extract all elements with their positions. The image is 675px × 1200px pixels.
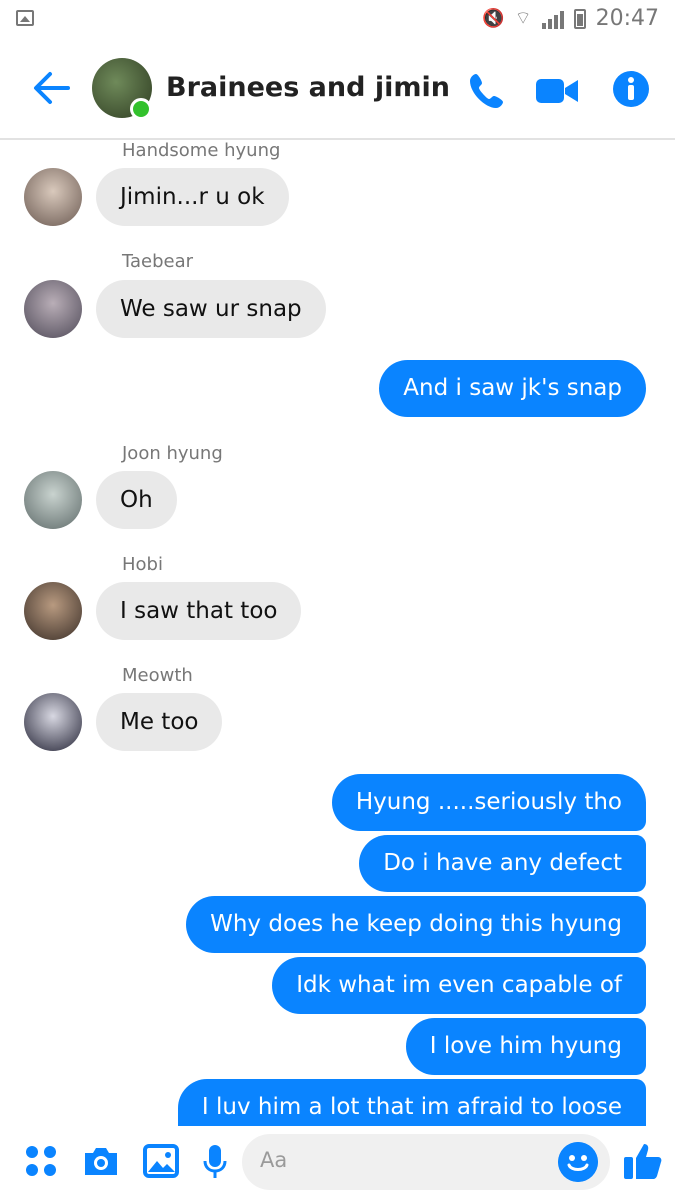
video-call-icon[interactable]	[535, 70, 579, 112]
outgoing-message[interactable]: I luv him a lot that im afraid to loose	[177, 1079, 646, 1126]
outgoing-message[interactable]: Why does he keep doing this hyung	[186, 896, 646, 953]
phone-call-icon[interactable]	[466, 70, 508, 112]
status-bar: 🔇 ⌔ 20:47	[0, 0, 675, 40]
emoji-icon[interactable]	[558, 1142, 598, 1182]
sender-name: Joon hyung	[122, 443, 223, 464]
gallery-icon[interactable]	[143, 1144, 179, 1178]
avatar[interactable]	[24, 693, 82, 751]
incoming-message[interactable]: Me too	[96, 693, 223, 751]
outgoing-message[interactable]: I love him hyung	[405, 1018, 646, 1075]
clock: 20:47	[595, 6, 659, 31]
battery-icon	[573, 8, 586, 29]
mute-icon: 🔇	[482, 8, 505, 29]
online-indicator	[130, 98, 152, 120]
outgoing-message[interactable]: Idk what im even capable of	[272, 957, 646, 1014]
incoming-message[interactable]: I saw that too	[96, 582, 302, 640]
incoming-message[interactable]: Jimin...r u ok	[96, 168, 289, 226]
conversation-header: Brainees and jimin	[0, 40, 675, 140]
thumbs-up-icon[interactable]	[622, 1140, 664, 1182]
signal-icon	[541, 9, 564, 29]
sender-name: Handsome hyung	[122, 140, 281, 161]
more-apps-icon[interactable]	[24, 1144, 58, 1178]
message-composer: Aa	[0, 1126, 675, 1200]
sender-name: Taebear	[122, 251, 194, 272]
wifi-icon: ⌔	[514, 8, 532, 29]
sender-name: Hobi	[122, 554, 163, 575]
avatar[interactable]	[24, 280, 82, 338]
camera-icon[interactable]	[82, 1144, 120, 1178]
outgoing-message[interactable]: And i saw jk's snap	[379, 360, 646, 417]
info-icon[interactable]	[612, 70, 650, 108]
outgoing-message[interactable]: Do i have any defect	[359, 835, 646, 892]
message-input-placeholder: Aa	[260, 1148, 288, 1172]
avatar[interactable]	[24, 168, 82, 226]
outgoing-message[interactable]: Hyung .....seriously tho	[331, 774, 646, 831]
sender-name: Meowth	[122, 665, 193, 686]
incoming-message[interactable]: We saw ur snap	[96, 280, 326, 338]
conversation-title[interactable]: Brainees and jimin	[166, 72, 450, 103]
message-input[interactable]: Aa	[242, 1134, 610, 1190]
gallery-notification-icon	[16, 10, 34, 26]
avatar[interactable]	[24, 471, 82, 529]
back-arrow-icon[interactable]	[32, 68, 72, 108]
microphone-icon[interactable]	[202, 1144, 228, 1180]
incoming-message[interactable]: Oh	[96, 471, 177, 529]
avatar[interactable]	[24, 582, 82, 640]
